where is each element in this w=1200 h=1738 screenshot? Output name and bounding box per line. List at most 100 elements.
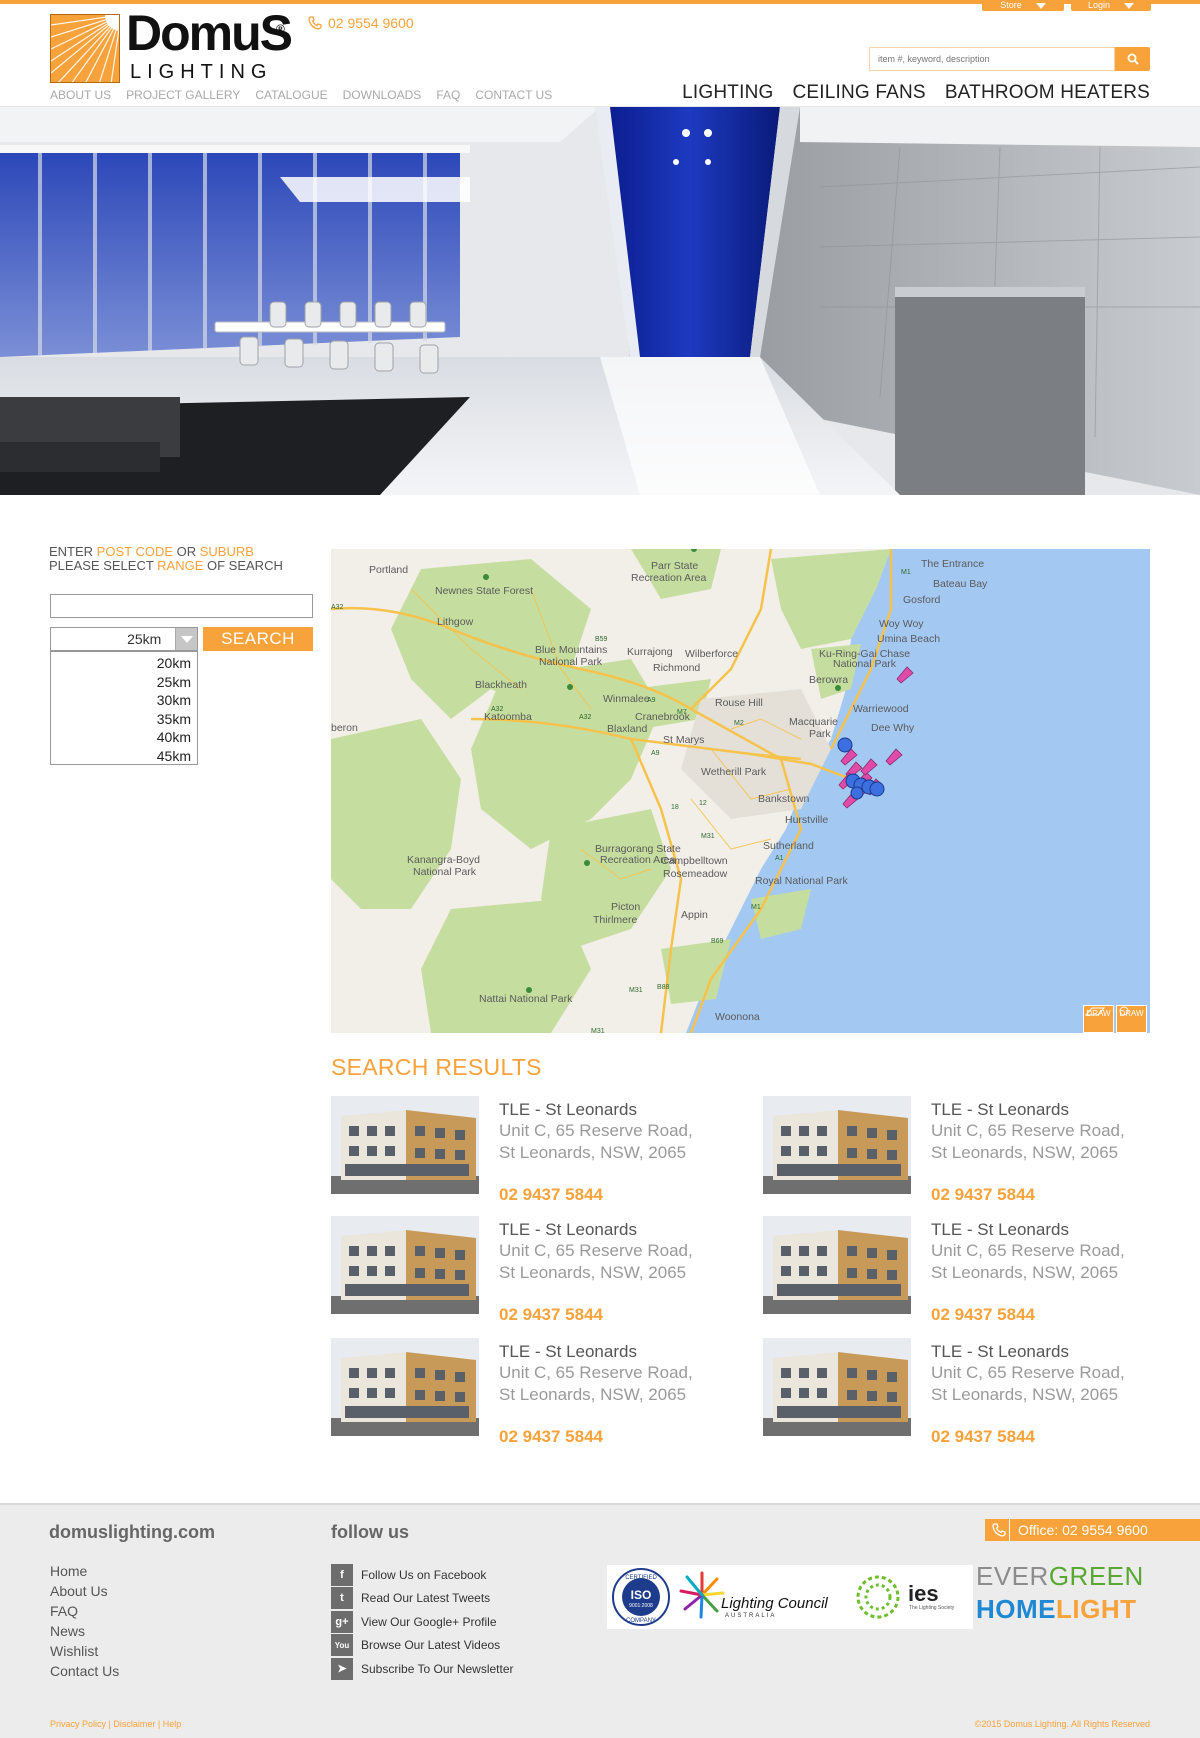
footer-link-about-us[interactable]: About Us <box>50 1583 108 1599</box>
polygon-icon <box>1084 1007 1106 1016</box>
nav-project-gallery[interactable]: PROJECT GALLERY <box>126 88 240 102</box>
nav-contact-us[interactable]: CONTACT US <box>475 88 552 102</box>
store-phone[interactable]: 02 9437 5844 <box>931 1185 1035 1205</box>
store-result-card[interactable]: TLE - St Leonards Unit C, 65 Reserve Roa… <box>763 1096 1143 1204</box>
store-address-line1: Unit C, 65 Reserve Road, <box>931 1241 1125 1260</box>
evergreen-text-b: GREEN <box>1048 1561 1144 1591</box>
store-result-card[interactable]: TLE - St Leonards Unit C, 65 Reserve Roa… <box>331 1096 711 1204</box>
nav-catalogue[interactable]: CATALOGUE <box>255 88 327 102</box>
draw-polygon-button[interactable]: DRAW <box>1083 1005 1114 1033</box>
range-option[interactable]: 40km <box>51 728 197 747</box>
svg-text:Park: Park <box>809 728 831 740</box>
store-phone[interactable]: 02 9437 5844 <box>499 1185 603 1205</box>
store-address-line2: St Leonards, NSW, 2065 <box>499 1143 687 1162</box>
store-result-card[interactable]: TLE - St Leonards Unit C, 65 Reserve Roa… <box>763 1338 1143 1446</box>
iso-mid-text: ISO <box>631 1588 652 1602</box>
svg-text:St Marys: St Marys <box>663 734 704 746</box>
domus-lighting-logo[interactable]: DomuS ® LIGHTING <box>50 8 293 86</box>
postcode-suburb-input[interactable] <box>50 594 313 618</box>
social-link-youtube[interactable]: You Browse Our Latest Videos <box>331 1634 514 1658</box>
evergreen-logo: EVERGREEN <box>976 1561 1144 1592</box>
store-address-line1: Unit C, 65 Reserve Road, <box>499 1241 693 1260</box>
nav-faq[interactable]: FAQ <box>436 88 460 102</box>
footer-link-wishlist[interactable]: Wishlist <box>50 1643 98 1659</box>
social-link-facebook[interactable]: f Follow Us on Facebook <box>331 1563 514 1587</box>
product-search-input[interactable] <box>869 47 1115 71</box>
office-phone-bar[interactable]: Office: 02 9554 9600 <box>985 1519 1200 1541</box>
social-label: Browse Our Latest Videos <box>361 1638 501 1653</box>
header-phone[interactable]: 02 9554 9600 <box>308 15 414 31</box>
store-address-line2: St Leonards, NSW, 2065 <box>931 1263 1119 1282</box>
social-link-twitter[interactable]: t Read Our Latest Tweets <box>331 1587 514 1611</box>
draw-circle-button[interactable]: DRAW <box>1116 1005 1147 1033</box>
store-result-card[interactable]: TLE - St Leonards Unit C, 65 Reserve Roa… <box>331 1216 711 1324</box>
store-result-card[interactable]: TLE - St Leonards Unit C, 65 Reserve Roa… <box>763 1216 1143 1324</box>
store-address-line1: Unit C, 65 Reserve Road, <box>931 1363 1125 1382</box>
nav-bathroom-heaters[interactable]: BATHROOM HEATERS <box>945 82 1150 104</box>
svg-text:Thirlmere: Thirlmere <box>593 914 637 926</box>
range-select[interactable]: 25km <box>50 627 198 651</box>
svg-text:Rouse Hill: Rouse Hill <box>715 697 763 709</box>
social-link-google-plus[interactable]: g+ View Our Google+ Profile <box>331 1610 514 1634</box>
social-link-newsletter[interactable]: ➤ Subscribe To Our Newsletter <box>331 1657 514 1681</box>
nav-downloads[interactable]: DOWNLOADS <box>343 88 422 102</box>
store-locator-map[interactable]: Central Coast Portland The Entrance Parr S… <box>331 549 1150 1033</box>
store-name: TLE - St Leonards <box>931 1220 1069 1239</box>
store-address-line1: Unit C, 65 Reserve Road, <box>931 1121 1125 1140</box>
range-option[interactable]: 30km <box>51 691 197 710</box>
range-option[interactable]: 25km <box>51 673 197 692</box>
nav-about-us[interactable]: ABOUT US <box>50 88 111 102</box>
store-photo <box>763 1338 911 1436</box>
store-phone[interactable]: 02 9437 5844 <box>499 1305 603 1325</box>
legal-links[interactable]: Privacy Policy | Disclaimer | Help <box>50 1719 181 1729</box>
store-name: TLE - St Leonards <box>499 1220 637 1239</box>
store-dropdown[interactable]: Store <box>982 0 1064 11</box>
range-option[interactable]: 45km <box>51 747 197 766</box>
registered-mark: ® <box>276 22 285 36</box>
range-selected-value: 25km <box>127 631 162 647</box>
svg-text:Wilberforce: Wilberforce <box>685 648 738 660</box>
chevron-down-icon[interactable] <box>175 628 197 650</box>
store-address-line1: Unit C, 65 Reserve Road, <box>499 1363 693 1382</box>
nav-ceiling-fans[interactable]: CEILING FANS <box>792 82 925 104</box>
store-phone[interactable]: 02 9437 5844 <box>931 1427 1035 1447</box>
svg-text:Umina Beach: Umina Beach <box>877 633 940 645</box>
svg-text:M31: M31 <box>629 987 643 994</box>
store-address-line1: Unit C, 65 Reserve Road, <box>499 1121 693 1140</box>
label-of-search: OF SEARCH <box>203 558 283 573</box>
svg-text:Kurrajong: Kurrajong <box>627 646 673 658</box>
newsletter-icon: ➤ <box>331 1657 353 1680</box>
ies-logo-icon <box>856 1575 900 1619</box>
footer-link-faq[interactable]: FAQ <box>50 1603 78 1619</box>
nav-lighting[interactable]: LIGHTING <box>682 82 773 104</box>
product-search-button[interactable] <box>1115 47 1150 71</box>
svg-text:Bateau Bay: Bateau Bay <box>933 578 988 590</box>
store-phone[interactable]: 02 9437 5844 <box>499 1427 603 1447</box>
site-footer: domuslighting.com Home About Us FAQ News… <box>0 1503 1200 1738</box>
svg-text:Recreation Area: Recreation Area <box>631 572 706 584</box>
svg-text:A32: A32 <box>579 714 592 721</box>
range-option[interactable]: 35km <box>51 710 197 729</box>
facebook-icon: f <box>331 1563 353 1586</box>
store-result-card[interactable]: TLE - St Leonards Unit C, 65 Reserve Roa… <box>331 1338 711 1446</box>
label-or: OR <box>173 544 200 559</box>
phone-icon <box>308 16 322 30</box>
store-name: TLE - St Leonards <box>931 1342 1069 1361</box>
footer-link-home[interactable]: Home <box>50 1563 87 1579</box>
google-plus-icon: g+ <box>331 1610 353 1633</box>
svg-text:M1: M1 <box>901 569 911 576</box>
store-search-button[interactable]: SEARCH <box>203 627 313 651</box>
login-dropdown[interactable]: Login <box>1071 0 1151 11</box>
range-option[interactable]: 20km <box>51 654 197 673</box>
footer-link-news[interactable]: News <box>50 1623 85 1639</box>
social-label: View Our Google+ Profile <box>361 1614 497 1629</box>
social-label: Read Our Latest Tweets <box>361 1591 491 1606</box>
svg-text:National Park: National Park <box>413 866 477 878</box>
footer-site-name: domuslighting.com <box>49 1522 215 1542</box>
lighting-council-subtitle: AUSTRALIA <box>725 1613 777 1619</box>
store-phone[interactable]: 02 9437 5844 <box>931 1305 1035 1325</box>
social-label: Subscribe To Our Newsletter <box>361 1661 514 1676</box>
footer-link-contact-us[interactable]: Contact Us <box>50 1663 119 1679</box>
svg-text:Rosemeadow: Rosemeadow <box>663 868 728 880</box>
svg-text:M1: M1 <box>751 904 761 911</box>
